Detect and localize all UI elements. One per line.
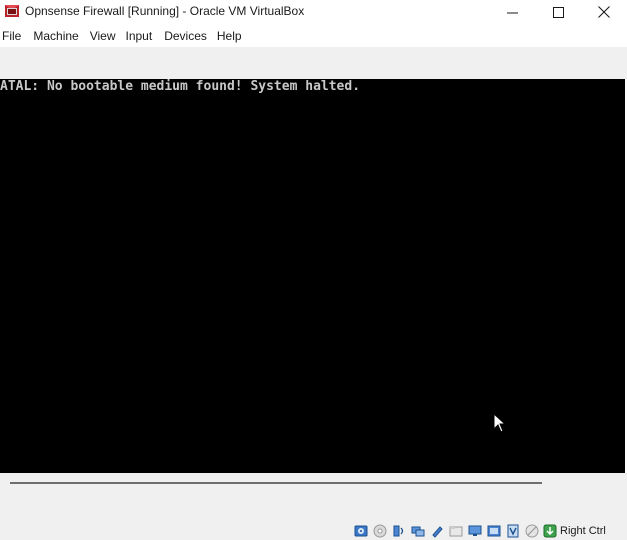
video-capture-icon[interactable]: [487, 524, 501, 538]
maximize-button[interactable]: [535, 0, 581, 24]
audio-icon[interactable]: [392, 524, 406, 538]
title-bar[interactable]: Opnsense Firewall [Running] - Oracle VM …: [0, 0, 627, 24]
host-key-label: Right Ctrl: [560, 525, 606, 537]
status-bar: Right Ctrl: [0, 520, 627, 540]
horizontal-scrollbar[interactable]: [10, 482, 542, 484]
network-icon[interactable]: [411, 524, 425, 538]
virtualbox-window: Opnsense Firewall [Running] - Oracle VM …: [0, 0, 627, 540]
minimize-button[interactable]: [489, 0, 535, 24]
menu-devices[interactable]: Devices: [164, 25, 214, 47]
cpu-icon[interactable]: [506, 524, 520, 538]
host-key-arrow-icon[interactable]: [543, 524, 557, 538]
mouse-cursor-icon: [493, 413, 506, 433]
vm-display[interactable]: ATAL: No bootable medium found! System h…: [0, 79, 625, 473]
menu-input[interactable]: Input: [126, 25, 160, 47]
menu-view[interactable]: View: [90, 25, 123, 47]
minimize-icon: [506, 12, 518, 13]
console-message: ATAL: No bootable medium found! System h…: [0, 79, 361, 94]
virtualbox-app-icon[interactable]: [4, 3, 20, 19]
maximize-icon: [552, 6, 564, 18]
menu-help[interactable]: Help: [217, 25, 249, 47]
toolbar-band: [0, 47, 627, 79]
close-button[interactable]: [581, 0, 627, 24]
shared-folders-icon[interactable]: [449, 524, 463, 538]
bottom-panel: Right Ctrl: [0, 473, 627, 540]
close-icon: [598, 6, 610, 18]
menu-file[interactable]: File: [2, 25, 28, 47]
menu-bar: File Machine View Input Devices Help: [0, 25, 627, 47]
optical-drive-icon[interactable]: [373, 524, 387, 538]
hard-disk-icon[interactable]: [354, 524, 368, 538]
menu-machine[interactable]: Machine: [33, 25, 85, 47]
usb-icon[interactable]: [430, 524, 444, 538]
mouse-integration-icon[interactable]: [525, 524, 539, 538]
display-icon[interactable]: [468, 524, 482, 538]
window-title: Opnsense Firewall [Running] - Oracle VM …: [25, 4, 305, 18]
